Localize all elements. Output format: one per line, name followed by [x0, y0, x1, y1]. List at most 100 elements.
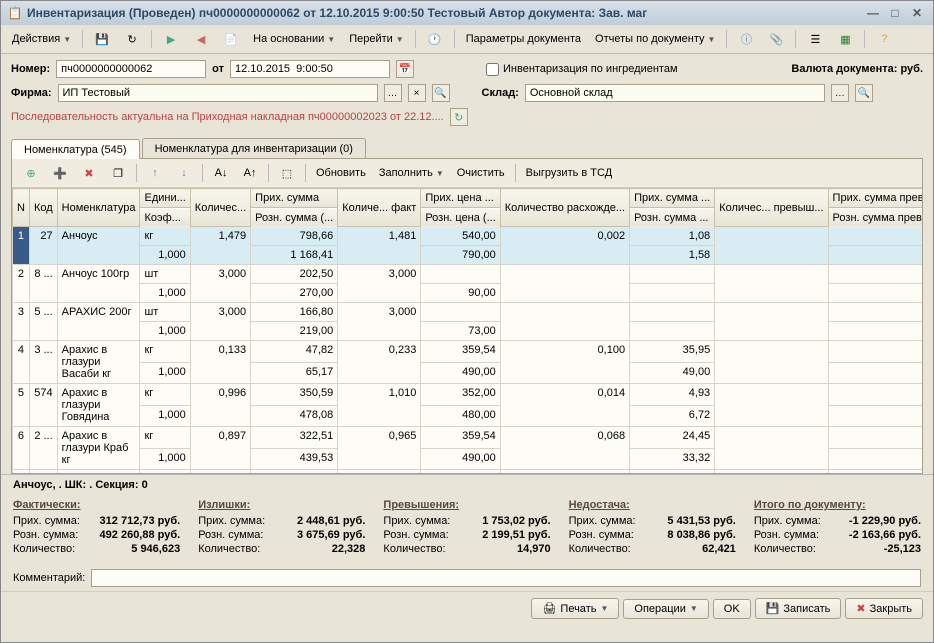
params-button[interactable]: Параметры документа — [461, 30, 586, 48]
tab-strip: Номенклатура (545) Номенклатура для инве… — [1, 138, 933, 158]
tb-attach-icon[interactable]: 📎 — [763, 28, 789, 50]
main-toolbar: Действия ▼ 💾 ↻ ▶ ◀ 📄 На основании ▼ Пере… — [1, 25, 933, 54]
gt-pick-icon[interactable]: ⬚ — [274, 162, 300, 184]
col-prih-sum-excess[interactable]: Прих. сумма превы... — [828, 189, 922, 208]
tb-help-icon[interactable]: ? — [871, 28, 897, 50]
warehouse-input[interactable] — [525, 84, 825, 102]
col-rozn-price[interactable]: Розн. цена (... — [421, 208, 500, 227]
col-prih-sum[interactable]: Прих. сумма — [251, 189, 338, 208]
gt-refresh-button[interactable]: Обновить — [311, 164, 371, 182]
col-rozn-sum2[interactable]: Розн. сумма ... — [630, 208, 715, 227]
gt-sort-desc-icon[interactable]: A↑ — [237, 162, 263, 184]
tb-unpost-icon[interactable]: ◀ — [188, 28, 214, 50]
tb-excel-icon[interactable]: ▦ — [832, 28, 858, 50]
gt-clear-button[interactable]: Очистить — [452, 164, 510, 182]
table-row[interactable]: 28 ...Анчоус 100гршт3,000202,503,000 — [13, 265, 923, 284]
col-rozn-sum-excess[interactable]: Розн. сумма превы... — [828, 208, 922, 227]
col-coef[interactable]: Коэф... — [140, 208, 190, 227]
based-on-menu[interactable]: На основании ▼ — [248, 30, 340, 48]
reports-menu[interactable]: Отчеты по документу ▼ — [590, 30, 720, 48]
sequence-status: Последовательность актуальна на Приходна… — [11, 111, 444, 123]
tb-clock-icon[interactable]: 🕐 — [422, 28, 448, 50]
firm-label: Фирма: — [11, 87, 52, 99]
actions-menu[interactable]: Действия ▼ — [7, 30, 76, 48]
table-row[interactable]: 35 ...АРАХИС 200гшт3,000166,803,000 — [13, 303, 923, 322]
grid-toolbar: ⊕ ➕ ✖ ❐ ↑ ↓ A↓ A↑ ⬚ Обновить Заполнить ▼… — [12, 159, 922, 188]
warehouse-select-button[interactable]: … — [831, 84, 849, 102]
comment-input[interactable] — [91, 569, 921, 587]
gt-copy-icon[interactable]: ❐ — [105, 162, 131, 184]
tb-post-icon[interactable]: ▶ — [158, 28, 184, 50]
from-label: от — [212, 63, 224, 75]
calendar-button[interactable]: 📅 — [396, 60, 414, 78]
col-prih-sum2[interactable]: Прих. сумма ... — [630, 189, 715, 208]
col-qty-fact[interactable]: Количе... факт — [338, 189, 421, 227]
table-row[interactable]: 5574Арахис в глазури Говядинакг0,996350,… — [13, 384, 923, 406]
maximize-button[interactable]: □ — [885, 5, 905, 21]
table-row[interactable]: 75Арахис в глазури Креветкикг369 101 043… — [13, 470, 923, 474]
gt-movedown-icon[interactable]: ↓ — [171, 162, 197, 184]
gt-insert-icon[interactable]: ➕ — [47, 162, 73, 184]
operations-menu[interactable]: Операции ▼ — [623, 599, 708, 619]
col-unit[interactable]: Едини... — [140, 189, 190, 208]
sequence-refresh-button[interactable]: ↻ — [450, 108, 468, 126]
tb-refresh-icon[interactable]: ↻ — [119, 28, 145, 50]
close-form-button[interactable]: ✖Закрыть — [845, 598, 923, 619]
gt-sort-asc-icon[interactable]: A↓ — [208, 162, 234, 184]
form-header: Номер: от 📅 Инвентаризация по ингредиент… — [1, 54, 933, 138]
minimize-button[interactable]: — — [863, 5, 883, 21]
col-rozn-sum[interactable]: Розн. сумма (... — [251, 208, 338, 227]
tab-nomenclature-inv[interactable]: Номенклатура для инвентаризации (0) — [142, 138, 366, 158]
tb-save-icon[interactable]: 💾 — [89, 28, 115, 50]
tab-nomenclature[interactable]: Номенклатура (545) — [11, 139, 140, 159]
table-row[interactable]: 62 ...Арахис в глазури Краб кгкг0,897322… — [13, 427, 923, 449]
totals-area: Фактически: Прих. сумма:312 712,73 руб. … — [1, 495, 933, 565]
col-prih-price[interactable]: Прих. цена ... — [421, 189, 500, 208]
gt-fill-menu[interactable]: Заполнить ▼ — [374, 164, 449, 182]
tb-info-icon[interactable]: ⓘ — [733, 28, 759, 50]
warehouse-open-button[interactable]: 🔍 — [855, 84, 873, 102]
gt-export-tsd-button[interactable]: Выгрузить в ТСД — [521, 164, 618, 182]
totals-shortage: Недостача: Прих. сумма:5 431,53 руб. Роз… — [569, 499, 736, 557]
app-icon: 📋 — [7, 5, 23, 21]
totals-fact: Фактически: Прих. сумма:312 712,73 руб. … — [13, 499, 180, 557]
comment-label: Комментарий: — [13, 572, 85, 584]
firm-open-button[interactable]: 🔍 — [432, 84, 450, 102]
col-qty[interactable]: Количес... — [190, 189, 250, 227]
tb-list-icon[interactable]: ☰ — [802, 28, 828, 50]
title-bar: 📋 Инвентаризация (Проведен) пч0000000000… — [1, 1, 933, 25]
goto-menu[interactable]: Перейти ▼ — [344, 30, 409, 48]
save-button[interactable]: 💾Записать — [755, 598, 842, 619]
table-row[interactable]: 43 ...Арахис в глазури Васаби кгкг0,1334… — [13, 341, 923, 363]
bottom-toolbar: 🖨Печать ▼ Операции ▼ OK 💾Записать ✖Закры… — [1, 591, 933, 625]
totals-excess: Превышения: Прих. сумма:1 753,02 руб. Ро… — [383, 499, 550, 557]
warehouse-label: Склад: — [482, 87, 519, 99]
number-label: Номер: — [11, 63, 50, 75]
col-qty-diff[interactable]: Количество расхожде... — [500, 189, 629, 227]
number-input[interactable] — [56, 60, 206, 78]
totals-document: Итого по документу: Прих. сумма:-1 229,9… — [754, 499, 921, 557]
window-title: Инвентаризация (Проведен) пч000000000006… — [27, 6, 647, 20]
col-nomen[interactable]: Номенклатура — [57, 189, 140, 227]
firm-select-button[interactable]: … — [384, 84, 402, 102]
table-row[interactable]: 127Анчоускг1,479798,661,481540,000,0021,… — [13, 227, 923, 246]
gt-add-icon[interactable]: ⊕ — [18, 162, 44, 184]
selection-summary: Анчоус, . ШК: . Секция: 0 — [1, 474, 933, 495]
gt-delete-icon[interactable]: ✖ — [76, 162, 102, 184]
tb-copy-icon[interactable]: 📄 — [218, 28, 244, 50]
firm-clear-button[interactable]: × — [408, 84, 426, 102]
ok-button[interactable]: OK — [713, 599, 751, 619]
col-qty-excess[interactable]: Количес... превыш... — [715, 189, 828, 227]
firm-input[interactable] — [58, 84, 378, 102]
col-code[interactable]: Код — [29, 189, 57, 227]
gt-moveup-icon[interactable]: ↑ — [142, 162, 168, 184]
close-button[interactable]: ✕ — [907, 5, 927, 21]
col-n[interactable]: N — [13, 189, 30, 227]
grid-area[interactable]: N Код Номенклатура Едини... Количес... П… — [12, 188, 922, 473]
totals-surplus: Излишки: Прих. сумма:2 448,61 руб. Розн.… — [198, 499, 365, 557]
date-input[interactable] — [230, 60, 390, 78]
main-window: 📋 Инвентаризация (Проведен) пч0000000000… — [0, 0, 934, 643]
data-grid[interactable]: N Код Номенклатура Едини... Количес... П… — [12, 188, 922, 473]
by-ingredients-checkbox[interactable]: Инвентаризация по ингредиентам — [486, 63, 678, 76]
print-menu[interactable]: 🖨Печать ▼ — [531, 598, 619, 619]
